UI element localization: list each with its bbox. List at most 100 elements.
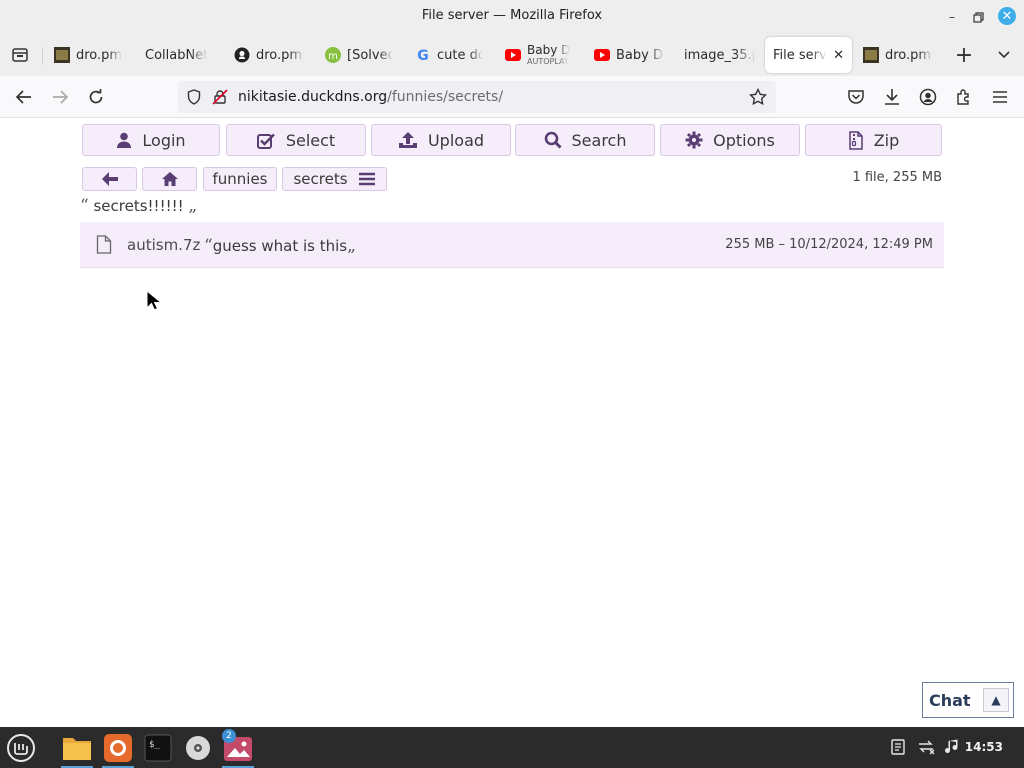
- list-tabs-icon[interactable]: [992, 43, 1016, 67]
- clock: 14:53: [964, 740, 1003, 754]
- back-icon[interactable]: [12, 85, 36, 109]
- tab-label: image_35.p: [684, 47, 756, 63]
- title-bar: File server — Mozilla Firefox – ✕: [0, 0, 1024, 34]
- zip-label: Zip: [873, 130, 900, 150]
- options-label: Options: [713, 130, 775, 150]
- breadcrumb-secrets[interactable]: secrets: [282, 167, 387, 191]
- tab-0[interactable]: dro.pmy: [54, 37, 122, 73]
- zip-button[interactable]: Zip: [805, 124, 942, 156]
- tab-label: CollabNet: [145, 47, 209, 63]
- search-icon: [544, 131, 562, 149]
- home-icon: [161, 172, 178, 186]
- breadcrumb-label: secrets: [293, 170, 348, 188]
- gear-icon: [685, 131, 703, 149]
- breadcrumb-label: funnies: [212, 170, 268, 188]
- maximize-button[interactable]: [968, 7, 988, 27]
- disc-app[interactable]: [179, 730, 217, 765]
- tab-label: File serv: [773, 47, 827, 63]
- minimize-button[interactable]: –: [942, 7, 962, 27]
- chat-expand-button[interactable]: ▲: [983, 688, 1009, 712]
- tab-8-active[interactable]: File serv ✕: [765, 37, 852, 73]
- image-viewer-app[interactable]: 2: [219, 729, 257, 768]
- breadcrumb-funnies[interactable]: funnies: [203, 167, 277, 191]
- notification-badge: 2: [222, 729, 236, 743]
- close-window-button[interactable]: ✕: [998, 7, 1016, 25]
- quote-close-icon: „: [188, 196, 198, 216]
- file-row[interactable]: autism.7z “guess what is this„ 255 MB – …: [80, 222, 944, 268]
- menu-hamburger-icon[interactable]: [988, 85, 1012, 109]
- options-button[interactable]: Options: [660, 124, 800, 156]
- new-tab-icon[interactable]: +: [952, 43, 976, 68]
- downloads-icon[interactable]: [880, 85, 904, 109]
- bookmark-star-icon[interactable]: [746, 85, 770, 109]
- go-back-button[interactable]: [82, 167, 137, 191]
- upload-button[interactable]: Upload: [371, 124, 511, 156]
- tab-label: [Solved]: [347, 47, 393, 63]
- file-description-text: guess what is this: [212, 237, 348, 255]
- arrow-left-icon: [101, 172, 118, 186]
- network-disconnected-icon[interactable]: [918, 739, 936, 759]
- sound-icon[interactable]: [944, 739, 960, 759]
- tab-label: Baby De: [616, 47, 664, 63]
- select-label: Select: [285, 130, 336, 150]
- close-tab-icon[interactable]: ✕: [833, 48, 844, 63]
- file-description: “guess what is this„: [204, 236, 356, 256]
- extensions-icon[interactable]: [952, 85, 976, 109]
- svg-text:G: G: [417, 48, 429, 63]
- file-name-link[interactable]: autism.7z: [127, 236, 200, 254]
- firefox-view-icon[interactable]: [8, 43, 32, 67]
- login-button[interactable]: Login: [82, 124, 220, 156]
- window-title: File server — Mozilla Firefox: [421, 8, 603, 23]
- terminal-app[interactable]: $_: [139, 730, 177, 765]
- disc-icon: [186, 735, 210, 760]
- menu-bars-icon: [358, 172, 375, 186]
- terminal-icon: $_: [144, 734, 172, 761]
- tab-2[interactable]: dro.pmy: [234, 37, 304, 73]
- user-icon: [117, 132, 132, 148]
- folder-description-text: secrets!!!!!!: [93, 197, 184, 215]
- folder-description: “ secrets!!!!!! „: [80, 196, 197, 216]
- select-button[interactable]: Select: [226, 124, 366, 156]
- tracking-protection-shield-icon[interactable]: [182, 85, 206, 109]
- file-icon: [96, 235, 112, 254]
- search-button[interactable]: Search: [515, 124, 655, 156]
- account-icon[interactable]: [916, 85, 940, 109]
- tab-6[interactable]: Baby De: [594, 37, 664, 73]
- files-app[interactable]: [58, 730, 96, 768]
- chat-widget[interactable]: Chat ▲: [922, 682, 1014, 718]
- tab-label: dro.pmy: [256, 47, 304, 63]
- url-bar[interactable]: nikitasie.duckdns.org/funnies/secrets/: [178, 81, 776, 113]
- tab-label: Baby D AUTOPLAY: [527, 44, 571, 66]
- tab-1[interactable]: CollabNet: [145, 37, 215, 73]
- chat-label: Chat: [929, 690, 971, 710]
- dropbox-favicon-icon: [863, 47, 879, 63]
- notes-tray-icon[interactable]: [890, 739, 906, 759]
- tab-3[interactable]: m [Solved]: [325, 37, 393, 73]
- file-meta: 255 MB – 10/12/2024, 12:49 PM: [725, 237, 933, 252]
- svg-text:m: m: [328, 51, 338, 62]
- home-button[interactable]: [142, 167, 197, 191]
- pocket-icon[interactable]: [844, 85, 868, 109]
- forward-icon[interactable]: [48, 85, 72, 109]
- linuxmint-icon: m: [325, 47, 341, 63]
- taskbar: $_ 2 14:53: [0, 727, 1024, 768]
- start-menu-button[interactable]: [2, 730, 40, 765]
- svg-text:$_: $_: [149, 740, 160, 750]
- tab-5[interactable]: Baby D AUTOPLAY: [505, 37, 573, 73]
- insecure-lock-icon[interactable]: [208, 85, 232, 109]
- google-icon: G: [415, 47, 431, 63]
- dropbox-favicon-icon: [54, 47, 70, 63]
- reload-icon[interactable]: [84, 85, 108, 109]
- tab-9[interactable]: dro.pmy: [863, 37, 933, 73]
- page-content: Login Select Upload Search Options Zip f…: [0, 118, 1024, 727]
- tab-4[interactable]: G cute do: [415, 37, 483, 73]
- quote-open-icon: “: [204, 236, 213, 256]
- github-icon: [234, 47, 250, 63]
- firefox-app[interactable]: [99, 730, 137, 768]
- quote-close-icon: „: [347, 236, 356, 256]
- tab-label: dro.pmy: [76, 47, 122, 63]
- youtube-icon: [594, 47, 610, 63]
- tab-7[interactable]: image_35.p: [684, 37, 756, 73]
- tab-label: dro.pmy: [885, 47, 933, 63]
- upload-icon: [398, 132, 417, 148]
